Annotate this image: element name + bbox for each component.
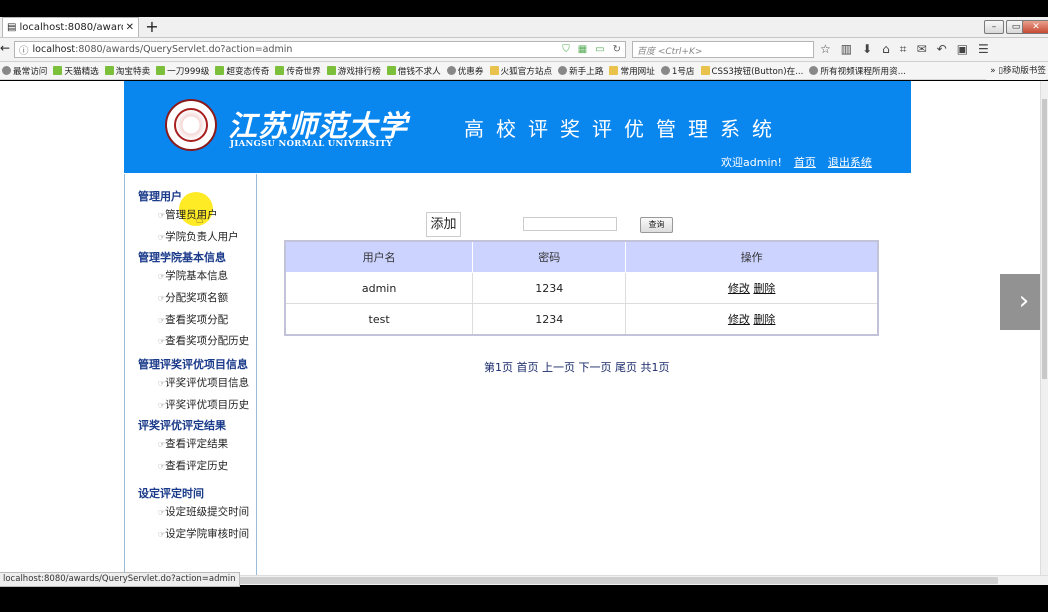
navigation-bar: ← ⓘ localhost:8080/awards/QueryServlet.d… — [0, 38, 1048, 62]
url-host: localhost — [32, 44, 76, 55]
bookmark-item[interactable]: 所有视频课程所用资... — [809, 65, 906, 77]
mobile-bookmarks[interactable]: » ▯移动版书签 — [986, 62, 1046, 80]
header-links: 欢迎admin! 首页 退出系统 — [721, 154, 872, 170]
bookmark-item[interactable]: 常用网址 — [609, 65, 655, 77]
shield-icon[interactable]: ⛉ — [562, 44, 570, 55]
vertical-scroll-thumb[interactable] — [1042, 99, 1047, 379]
bookmark-item[interactable]: 火狐官方站点 — [489, 65, 552, 77]
bookmark-item[interactable]: 天猫精选 — [53, 65, 99, 77]
bookmark-item[interactable]: 优惠券 — [446, 65, 484, 77]
home-icon[interactable]: ⌂ — [882, 42, 890, 57]
cell-username: admin — [284, 272, 474, 304]
edit-link[interactable]: 修改 — [728, 282, 750, 295]
address-bar[interactable]: ⓘ localhost:8080/awards/QueryServlet.do?… — [14, 41, 626, 58]
column-header-password: 密码 — [472, 240, 627, 273]
pagination[interactable]: 第1页 首页 上一页 下一页 尾页 共1页 — [484, 359, 669, 375]
university-seal-icon — [165, 99, 217, 151]
minimize-button[interactable]: – — [984, 20, 1004, 34]
search-input[interactable]: 百度 <Ctrl+K> — [632, 41, 814, 58]
sidebar-item-class-submit-time[interactable]: ☞设定班级提交时间 — [158, 504, 249, 519]
sidebar-item-results-history[interactable]: ☞查看评定历史 — [158, 458, 228, 473]
vertical-scrollbar[interactable] — [1040, 81, 1048, 575]
logout-link[interactable]: 退出系统 — [828, 154, 872, 170]
delete-link[interactable]: 删除 — [753, 313, 775, 326]
bookmark-item[interactable]: 1号店 — [660, 65, 695, 77]
sidebar-item-project-info[interactable]: ☞评奖评优项目信息 — [158, 375, 249, 390]
bookmark-star-icon[interactable]: ☆ — [820, 42, 831, 57]
hand-cursor-icon: ☝ — [196, 212, 204, 226]
sidebar-item-allocation-history[interactable]: ☞查看奖项分配历史 — [158, 333, 249, 348]
sidebar-item-view-results[interactable]: ☞查看评定结果 — [158, 436, 228, 451]
qr-icon[interactable]: ▦ — [578, 44, 587, 55]
browser-toolbar: ☆ ▥ ⬇ ⌂ ⌗ ✉ ↶ ▣ ☰ — [820, 42, 989, 57]
bookmark-item[interactable]: 一刀999级 — [156, 65, 209, 77]
cell-username: test — [284, 303, 474, 336]
sidebar-item-admin-users[interactable]: ☞管理员用户 — [158, 207, 218, 222]
new-tab-button[interactable]: + — [144, 18, 160, 36]
library-icon[interactable]: ▥ — [841, 42, 852, 57]
system-title: 高校评奖评优管理系统 — [464, 117, 784, 141]
sidebar-item-view-allocation[interactable]: ☞查看奖项分配 — [158, 312, 228, 327]
sidebar-group-college: 管理学院基本信息 — [138, 251, 226, 264]
close-tab-icon[interactable]: ✕ — [126, 22, 134, 33]
sidebar-group-results: 评奖评优评定结果 — [138, 419, 226, 432]
horizontal-scroll-thumb[interactable] — [198, 577, 998, 584]
browser-tab[interactable]: ▤ localhost:8080/awards/Qu ✕ — [2, 17, 139, 37]
info-icon: ⓘ — [19, 45, 29, 57]
sidebar: 管理用户 ☞管理员用户 ☞学院负责人用户 管理学院基本信息 ☞学院基本信息 ☞分… — [124, 174, 257, 575]
query-button[interactable]: 查询 — [640, 217, 673, 233]
users-table: 用户名 密码 操作 admin 1234 修改 删除 test 1234 修改 … — [284, 240, 879, 336]
cell-password: 1234 — [472, 272, 627, 304]
cell-actions: 修改 删除 — [625, 272, 879, 304]
cell-password: 1234 — [472, 303, 627, 336]
table-row: admin 1234 修改 删除 — [284, 272, 879, 304]
sidebar-group-users: 管理用户 — [138, 190, 182, 203]
search-field[interactable] — [523, 217, 617, 231]
add-button[interactable]: 添加 — [426, 212, 461, 237]
page-icon: ▤ — [7, 22, 17, 33]
column-header-username: 用户名 — [284, 240, 474, 273]
sidebar-item-project-history[interactable]: ☞评奖评优项目历史 — [158, 397, 249, 412]
logo-english: JIANGSU NORMAL UNIVERSITY — [230, 139, 393, 149]
table-header-row: 用户名 密码 操作 — [284, 240, 879, 273]
sidebar-item-college-review-time[interactable]: ☞设定学院审核时间 — [158, 526, 249, 541]
site-header: 江苏师范大学 JIANGSU NORMAL UNIVERSITY 高校评奖评优管… — [124, 81, 911, 173]
delete-link[interactable]: 删除 — [753, 282, 775, 295]
chat-icon[interactable]: ✉ — [917, 42, 927, 57]
undo-icon[interactable]: ↶ — [937, 42, 947, 57]
edit-link[interactable]: 修改 — [728, 313, 750, 326]
home-link[interactable]: 首页 — [794, 154, 816, 170]
tab-title: localhost:8080/awards/Qu — [19, 22, 122, 33]
column-header-actions: 操作 — [625, 240, 879, 273]
bookmark-item[interactable]: 传奇世界 — [275, 65, 321, 77]
sidebar-group-time: 设定评定时间 — [138, 487, 204, 500]
browser-tab-bar: ▤ localhost:8080/awards/Qu ✕ + – ▭ ✕ — [0, 17, 1048, 38]
crop-icon[interactable]: ⌗ — [900, 42, 907, 57]
bookmark-item[interactable]: 新手上路 — [558, 65, 603, 77]
page-viewport: 江苏师范大学 JIANGSU NORMAL UNIVERSITY 高校评奖评优管… — [0, 81, 1040, 575]
bookmarks-bar: 最常访问 天猫精选 淘宝特卖 一刀999级 超变态传奇 传奇世界 游戏排行榜 借… — [0, 62, 1048, 80]
bookmark-item[interactable]: 淘宝特卖 — [104, 65, 150, 77]
bookmark-item[interactable]: 最常访问 — [2, 65, 47, 77]
status-url: localhost:8080/awards/QueryServlet.do?ac… — [0, 572, 240, 587]
reader-icon[interactable]: ▭ — [595, 44, 604, 55]
back-arrow-icon[interactable]: ← — [0, 41, 10, 55]
bookmark-item[interactable]: CSS3按钮(Button)在... — [700, 65, 803, 77]
bookmark-item[interactable]: 游戏排行榜 — [326, 65, 381, 77]
reload-icon[interactable]: ↻ — [613, 44, 621, 55]
bookmark-item[interactable]: 超变态传奇 — [215, 65, 269, 77]
cell-actions: 修改 删除 — [625, 303, 879, 336]
download-icon[interactable]: ⬇ — [862, 42, 872, 57]
url-path: :8080/awards/QueryServlet.do?action=admi… — [75, 44, 293, 55]
table-row: test 1234 修改 删除 — [284, 303, 879, 336]
sidebar-item-college-info[interactable]: ☞学院基本信息 — [158, 268, 228, 283]
sidebar-group-projects: 管理评奖评优项目信息 — [138, 358, 248, 371]
screenshot-icon[interactable]: ▣ — [957, 42, 968, 57]
sidebar-item-assign-quota[interactable]: ☞分配奖项名额 — [158, 290, 228, 305]
bookmark-item[interactable]: 借钱不求人 — [386, 65, 441, 77]
window-close-button[interactable]: ✕ — [1022, 20, 1048, 34]
welcome-text: 欢迎admin! — [721, 156, 782, 169]
menu-icon[interactable]: ☰ — [978, 42, 989, 57]
sidebar-item-college-users[interactable]: ☞学院负责人用户 — [158, 229, 239, 244]
